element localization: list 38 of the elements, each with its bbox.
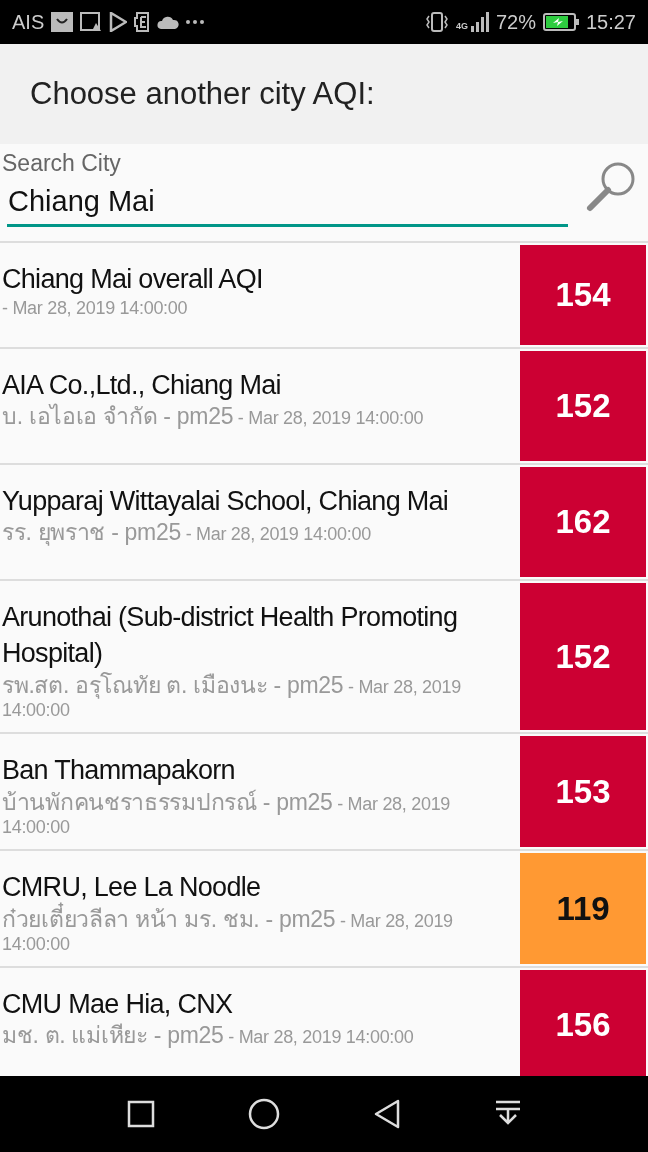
station-name[interactable]: CMU Mae Hia, CNX — [2, 985, 518, 1023]
more-icon — [186, 20, 205, 24]
network-type: 4G — [455, 20, 468, 31]
bag-icon — [51, 12, 74, 32]
aqi-badge: 162 — [520, 467, 646, 577]
station-details: บ้านพักคนชราธรรมปกรณ์ - pm25 - Mar 28, 2019 14:00:00 — [2, 788, 452, 840]
station-details: - Mar 28, 2019 14:00:00 — [2, 297, 189, 321]
vibrate-icon — [424, 12, 449, 32]
play-store-icon — [109, 12, 128, 32]
search-label: Search City — [1, 150, 122, 177]
carrier-name: AIS — [12, 10, 45, 34]
clock: 15:27 — [585, 10, 636, 34]
back-icon[interactable] — [372, 1099, 401, 1129]
station-details: มช. ต. แม่เหียะ - pm25 - Mar 28, 2019 14:00:00 — [2, 1022, 415, 1050]
battery-percent: 72% — [495, 10, 536, 34]
station-name[interactable]: Ban Thammapakorn — [2, 752, 518, 789]
square-icon[interactable] — [126, 1100, 155, 1128]
cloud-icon — [157, 15, 180, 29]
page-title: Choose another city AQI: — [30, 76, 375, 112]
signal-icon — [470, 12, 489, 32]
search-field[interactable]: Chiang Mai — [7, 177, 568, 227]
battery-charging-icon — [542, 13, 579, 31]
station-name[interactable]: Yupparaj Wittayalai School, Chiang Mai — [2, 483, 518, 520]
aqi-badge: 152 — [520, 351, 646, 461]
station-details: บ. เอไอเอ จำกัด - pm25 - Mar 28, 2019 14:00:00 — [2, 403, 425, 432]
aqi-badge: 156 — [520, 969, 646, 1076]
aqi-badge: 152 — [520, 583, 646, 731]
station-details: รพ.สต. อรุโณทัย ต. เมืองนะ - pm25 - Mar 28, 2019 14:00:00 — [2, 671, 462, 723]
station-name[interactable]: Arunothai (Sub-district Health Promoting Hospital) — [2, 599, 518, 672]
image-warning-icon — [80, 12, 103, 32]
station-name[interactable]: Chiang Mai overall AQI — [2, 261, 518, 298]
aqi-badge: 153 — [520, 736, 646, 848]
station-name[interactable]: AIA Co.,Ltd., Chiang Mai — [2, 367, 518, 404]
station-details: รร. ยุพราช - pm25 - Mar 28, 2019 14:00:00 — [2, 519, 372, 548]
app-icon — [134, 12, 151, 32]
aqi-badge: 119 — [520, 853, 646, 964]
aqi-badge: 154 — [520, 245, 646, 345]
home-icon[interactable] — [247, 1098, 280, 1130]
